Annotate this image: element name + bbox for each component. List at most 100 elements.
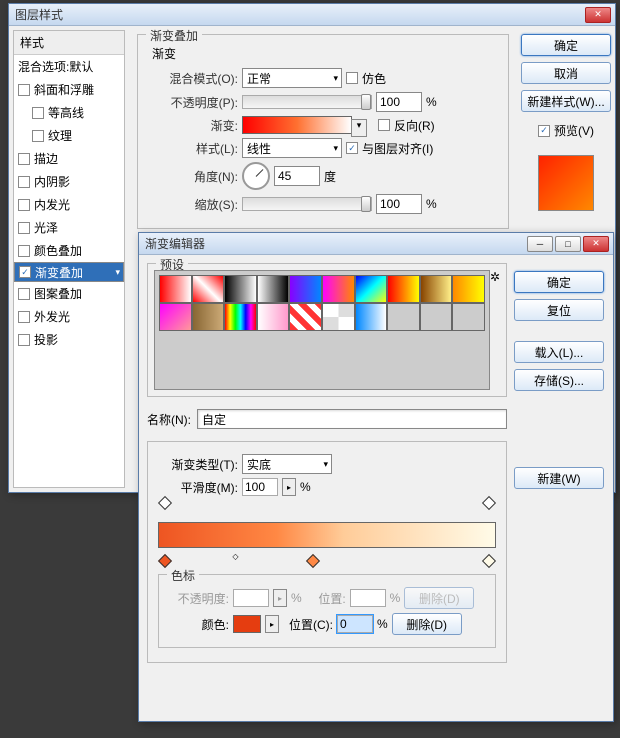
- preset-swatch[interactable]: [355, 303, 388, 331]
- style-checkbox[interactable]: [19, 266, 31, 278]
- preset-swatch[interactable]: [224, 303, 257, 331]
- opacity-stop[interactable]: [482, 496, 496, 510]
- delete-opacity-stop-button: 删除(D): [404, 587, 474, 609]
- close-button[interactable]: ✕: [585, 7, 611, 23]
- style-checkbox[interactable]: [18, 199, 30, 211]
- style-checkbox[interactable]: [18, 176, 30, 188]
- style-label: 内阴影: [34, 173, 70, 190]
- titlebar[interactable]: 渐变编辑器 ─ □ ✕: [139, 233, 613, 255]
- styles-header[interactable]: 样式: [14, 31, 124, 55]
- preset-swatch[interactable]: [289, 275, 322, 303]
- preset-swatch[interactable]: [159, 275, 192, 303]
- style-item[interactable]: 光泽: [14, 216, 124, 239]
- new-button[interactable]: 新建(W): [514, 467, 604, 489]
- reverse-checkbox[interactable]: [378, 119, 390, 131]
- cancel-button[interactable]: 取消: [521, 62, 611, 84]
- color-stop[interactable]: [306, 554, 320, 568]
- opacity-slider[interactable]: [242, 95, 372, 109]
- style-checkbox[interactable]: [32, 107, 44, 119]
- preset-swatch[interactable]: [452, 303, 485, 331]
- titlebar[interactable]: 图层样式 ✕: [9, 4, 615, 26]
- color-stop[interactable]: [482, 554, 496, 568]
- preset-swatch[interactable]: [192, 275, 225, 303]
- style-checkbox[interactable]: [18, 153, 30, 165]
- style-item[interactable]: 描边: [14, 147, 124, 170]
- style-item[interactable]: 斜面和浮雕: [14, 78, 124, 101]
- scale-input[interactable]: 100: [376, 194, 422, 214]
- style-label: 内发光: [34, 196, 70, 213]
- ok-button[interactable]: 确定: [514, 271, 604, 293]
- style-item[interactable]: 等高线: [14, 101, 124, 124]
- name-input[interactable]: 自定: [197, 409, 507, 429]
- style-item[interactable]: 图案叠加: [14, 282, 124, 305]
- gradient-preview[interactable]: [242, 116, 352, 134]
- style-item[interactable]: 内发光: [14, 193, 124, 216]
- opacity-stop[interactable]: [158, 496, 172, 510]
- scale-slider[interactable]: [242, 197, 372, 211]
- align-checkbox[interactable]: [346, 142, 358, 154]
- midpoint-icon[interactable]: ◇: [232, 552, 238, 561]
- stop-color-stepper[interactable]: ▸: [265, 615, 279, 633]
- preset-swatch[interactable]: [159, 303, 192, 331]
- gear-icon[interactable]: ✲: [490, 270, 500, 284]
- preset-swatch[interactable]: [387, 275, 420, 303]
- style-label: 颜色叠加: [34, 242, 82, 259]
- preset-swatch[interactable]: [224, 275, 257, 303]
- preset-swatch[interactable]: [355, 275, 388, 303]
- opacity-input[interactable]: 100: [376, 92, 422, 112]
- save-button[interactable]: 存储(S)...: [514, 369, 604, 391]
- stop-opacity-label: 不透明度:: [169, 590, 229, 607]
- preview-checkbox[interactable]: [538, 125, 550, 137]
- style-item[interactable]: 内阴影: [14, 170, 124, 193]
- color-stop[interactable]: [158, 554, 172, 568]
- angle-input[interactable]: 45: [274, 166, 320, 186]
- minimize-button[interactable]: ─: [527, 236, 553, 252]
- new-style-button[interactable]: 新建样式(W)...: [521, 90, 611, 112]
- close-button[interactable]: ✕: [583, 236, 609, 252]
- style-select[interactable]: 线性: [242, 138, 342, 158]
- style-item[interactable]: 外发光: [14, 305, 124, 328]
- blend-options-item[interactable]: 混合选项:默认: [14, 55, 124, 78]
- style-label: 外发光: [34, 308, 70, 325]
- style-item[interactable]: 纹理: [14, 124, 124, 147]
- style-checkbox[interactable]: [18, 311, 30, 323]
- preset-swatch[interactable]: [420, 303, 453, 331]
- blend-mode-select[interactable]: 正常: [242, 68, 342, 88]
- stop-color-swatch[interactable]: [233, 615, 261, 633]
- style-checkbox[interactable]: [18, 84, 30, 96]
- style-item[interactable]: 投影: [14, 328, 124, 351]
- preset-swatch[interactable]: [452, 275, 485, 303]
- angle-label: 角度(N):: [152, 168, 238, 185]
- dither-checkbox[interactable]: [346, 72, 358, 84]
- ok-button[interactable]: 确定: [521, 34, 611, 56]
- preset-swatch[interactable]: [322, 303, 355, 331]
- preset-swatch[interactable]: [257, 303, 290, 331]
- style-checkbox[interactable]: [18, 288, 30, 300]
- style-checkbox[interactable]: [18, 222, 30, 234]
- stop-pos2-input[interactable]: 0: [337, 615, 373, 633]
- angle-dial[interactable]: [242, 162, 270, 190]
- style-checkbox[interactable]: [18, 334, 30, 346]
- preset-swatch[interactable]: [257, 275, 290, 303]
- style-label: 光泽: [34, 219, 58, 236]
- style-item[interactable]: 渐变叠加: [14, 262, 124, 282]
- reset-button[interactable]: 复位: [514, 299, 604, 321]
- preset-swatch[interactable]: [387, 303, 420, 331]
- preset-swatch[interactable]: [420, 275, 453, 303]
- smooth-stepper[interactable]: ▸: [282, 478, 296, 496]
- preset-swatch[interactable]: [289, 303, 322, 331]
- stop-color-label: 颜色:: [169, 616, 229, 633]
- delete-color-stop-button[interactable]: 删除(D): [392, 613, 462, 635]
- style-label: 图案叠加: [34, 285, 82, 302]
- load-button[interactable]: 载入(L)...: [514, 341, 604, 363]
- gradient-bar[interactable]: [158, 522, 496, 548]
- style-item[interactable]: 颜色叠加: [14, 239, 124, 262]
- style-checkbox[interactable]: [18, 245, 30, 257]
- preset-swatch[interactable]: [192, 303, 225, 331]
- preset-swatch[interactable]: [322, 275, 355, 303]
- grad-type-select[interactable]: 实底: [242, 454, 332, 474]
- maximize-button[interactable]: □: [555, 236, 581, 252]
- smooth-input[interactable]: 100: [242, 478, 278, 496]
- style-label: 描边: [34, 150, 58, 167]
- style-checkbox[interactable]: [32, 130, 44, 142]
